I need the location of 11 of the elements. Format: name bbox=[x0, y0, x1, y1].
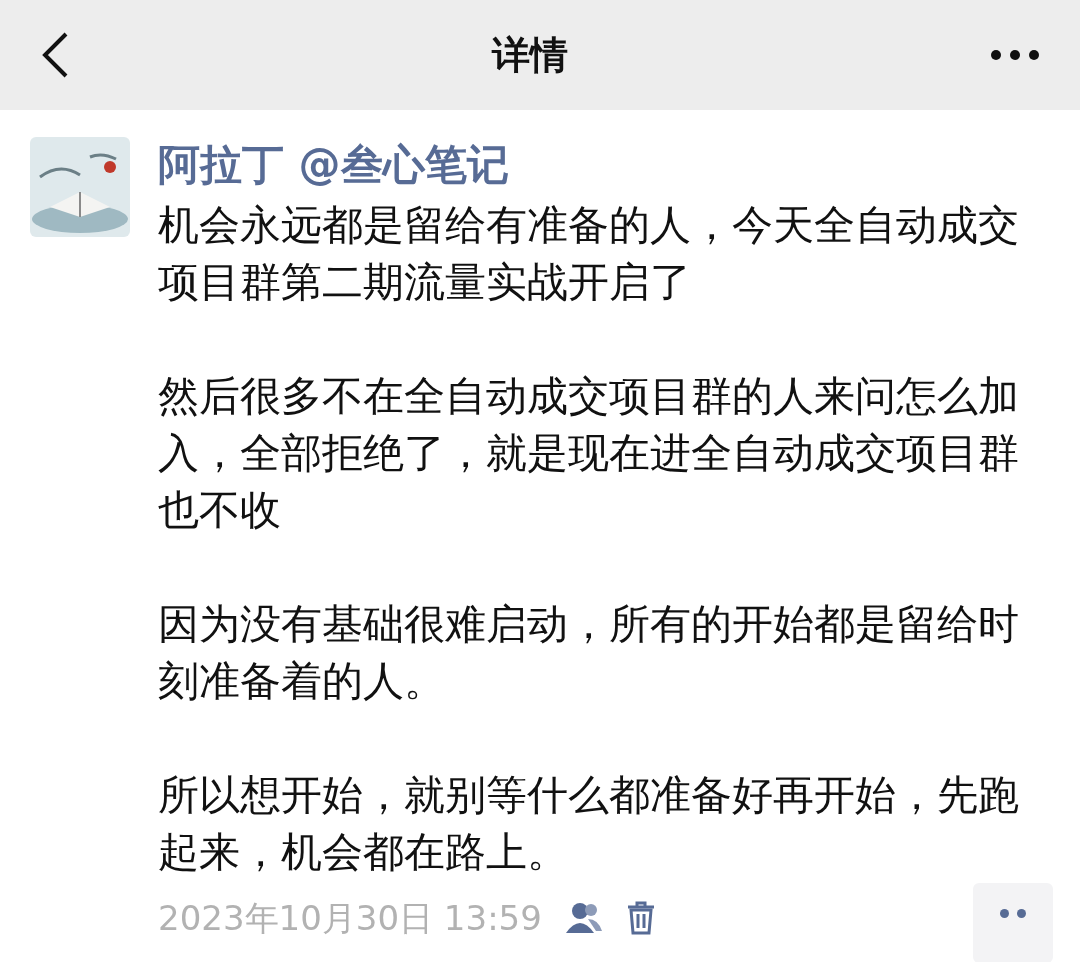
post-paragraph: 机会永远都是留给有准备的人，今天全自动成交项目群第二期流量实战开启了 bbox=[158, 200, 1020, 308]
people-icon[interactable] bbox=[563, 901, 604, 935]
author-name[interactable]: 阿拉丁 @叁心笔记 bbox=[158, 137, 1038, 193]
post-paragraph: 然后很多不在全自动成交项目群的人来问怎么加入，全部拒绝了，就是现在进全自动成交项目群也不收 bbox=[158, 371, 1020, 536]
more-icon[interactable] bbox=[990, 49, 1040, 61]
post-paragraph: 所以想开始，就别等什么都准备好再开始，先跑起来，机会都在路上。 bbox=[158, 770, 1020, 878]
back-icon[interactable] bbox=[40, 31, 70, 79]
post-paragraph: 因为没有基础很难启动，所有的开始都是留给时刻准备着的人。 bbox=[158, 599, 1020, 707]
page-title: 详情 bbox=[492, 31, 568, 79]
trash-icon[interactable] bbox=[625, 901, 656, 935]
post-time: 2023年10月30日 13:59 bbox=[158, 897, 542, 940]
